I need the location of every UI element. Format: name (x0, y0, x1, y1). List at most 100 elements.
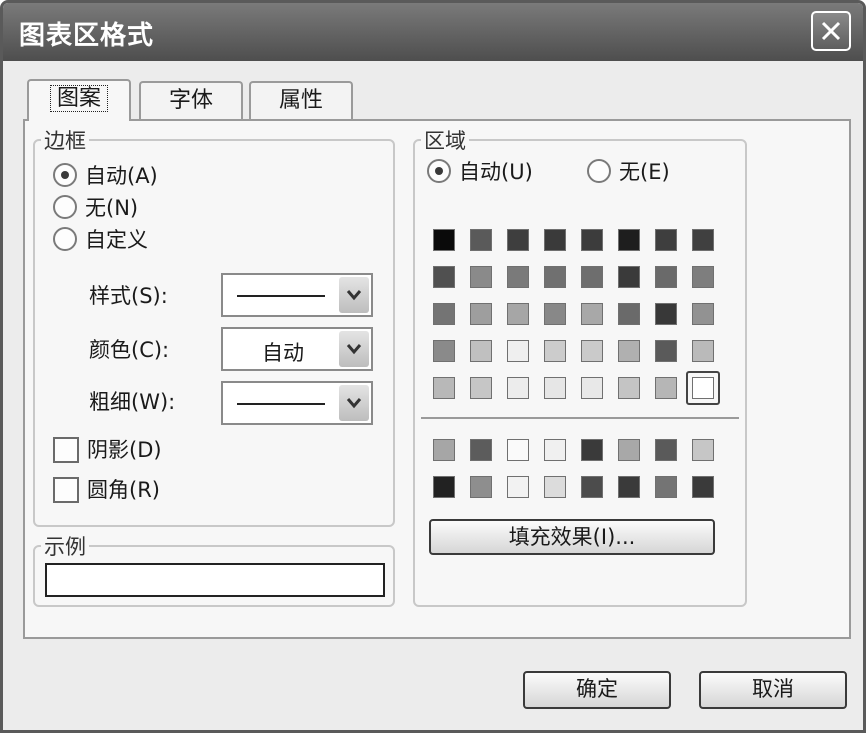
color-swatch[interactable] (692, 476, 714, 498)
color-swatch[interactable] (581, 476, 603, 498)
color-swatch[interactable] (433, 229, 455, 251)
color-swatch[interactable] (655, 340, 677, 362)
color-value: 自动 (262, 341, 304, 365)
color-swatch[interactable] (544, 439, 566, 461)
color-swatch[interactable] (433, 476, 455, 498)
dialog-title: 图表区格式 (19, 21, 155, 51)
color-swatch[interactable] (692, 303, 714, 325)
sample-group: 示例 (33, 531, 395, 607)
rounded-corners-checkbox[interactable] (53, 477, 79, 503)
close-button[interactable] (811, 11, 851, 51)
rounded-corners-label: 圆角(R) (87, 478, 160, 502)
color-swatch[interactable] (433, 439, 455, 461)
color-swatch[interactable] (507, 377, 529, 399)
tab-properties[interactable]: 属性 (249, 81, 353, 119)
radio-button[interactable] (587, 159, 611, 183)
radio-button[interactable] (53, 163, 77, 187)
area-group-label: 区域 (421, 125, 469, 155)
shadow-checkbox[interactable] (53, 437, 79, 463)
color-swatch[interactable] (507, 340, 529, 362)
border-auto-label: 自动(A) (85, 164, 158, 188)
radio-button[interactable] (53, 227, 77, 251)
color-swatch[interactable] (470, 340, 492, 362)
weight-dropdown[interactable] (221, 381, 373, 425)
color-swatch[interactable] (655, 377, 677, 399)
color-swatch[interactable] (655, 303, 677, 325)
color-swatch[interactable] (433, 340, 455, 362)
tab-font[interactable]: 字体 (139, 81, 243, 119)
border-group-label: 边框 (41, 125, 89, 155)
style-dropdown[interactable] (221, 273, 373, 317)
color-swatch[interactable] (618, 229, 640, 251)
color-swatch[interactable] (544, 303, 566, 325)
title-bar[interactable]: 图表区格式 (3, 3, 863, 61)
dropdown-arrow-button[interactable] (339, 277, 369, 313)
line-style-preview (237, 295, 325, 297)
color-swatch[interactable] (433, 377, 455, 399)
border-none-label: 无(N) (85, 196, 139, 220)
area-auto-label: 自动(U) (459, 160, 533, 184)
weight-label: 粗细(W): (89, 390, 176, 414)
color-swatch[interactable] (618, 476, 640, 498)
color-swatch[interactable] (618, 377, 640, 399)
style-label: 样式(S): (89, 284, 168, 308)
color-swatch[interactable] (581, 303, 603, 325)
color-swatch[interactable] (544, 340, 566, 362)
radio-button[interactable] (53, 195, 77, 219)
color-label: 颜色(C): (89, 338, 170, 362)
color-swatch[interactable] (544, 476, 566, 498)
color-swatch[interactable] (581, 340, 603, 362)
color-swatch[interactable] (618, 439, 640, 461)
color-swatch[interactable] (544, 229, 566, 251)
area-none-label: 无(E) (619, 160, 670, 184)
dropdown-arrow-button[interactable] (339, 331, 369, 367)
border-custom-label: 自定义 (85, 228, 148, 252)
tab-properties-label: 属性 (278, 88, 323, 113)
color-swatch[interactable] (470, 476, 492, 498)
color-swatch[interactable] (507, 266, 529, 288)
tab-pattern[interactable]: 图案 (27, 79, 131, 121)
color-swatch[interactable] (470, 266, 492, 288)
color-swatch[interactable] (581, 266, 603, 288)
color-swatch[interactable] (581, 229, 603, 251)
tab-panel: 边框 自动(A) 无(N) 自定义 样式(S): 颜色(C): 自动 粗细(W)… (23, 119, 851, 639)
color-swatch[interactable] (470, 229, 492, 251)
color-swatch[interactable] (618, 340, 640, 362)
color-swatch[interactable] (507, 229, 529, 251)
chevron-down-icon (346, 344, 362, 355)
color-swatch[interactable] (618, 303, 640, 325)
cancel-button[interactable]: 取消 (699, 671, 847, 709)
ok-button[interactable]: 确定 (523, 671, 671, 709)
fill-effects-button[interactable]: 填充效果(I)... (429, 519, 715, 555)
color-swatch[interactable] (581, 439, 603, 461)
tab-font-label: 字体 (168, 88, 213, 113)
color-swatch[interactable] (655, 266, 677, 288)
color-swatch[interactable] (655, 439, 677, 461)
color-swatch[interactable] (544, 266, 566, 288)
color-swatch[interactable] (507, 476, 529, 498)
sample-group-label: 示例 (41, 531, 89, 561)
color-swatch[interactable] (655, 229, 677, 251)
color-swatch[interactable] (692, 229, 714, 251)
color-swatch[interactable] (692, 377, 714, 399)
color-swatch[interactable] (655, 476, 677, 498)
color-swatch[interactable] (470, 303, 492, 325)
color-swatch[interactable] (433, 303, 455, 325)
color-swatch[interactable] (433, 266, 455, 288)
color-swatch[interactable] (470, 439, 492, 461)
color-swatch[interactable] (692, 439, 714, 461)
color-swatch[interactable] (507, 303, 529, 325)
color-swatch[interactable] (544, 377, 566, 399)
color-swatch[interactable] (581, 377, 603, 399)
dropdown-arrow-button[interactable] (339, 385, 369, 421)
color-swatch[interactable] (507, 439, 529, 461)
close-icon (821, 21, 841, 41)
color-swatch[interactable] (470, 377, 492, 399)
border-group: 边框 自动(A) 无(N) 自定义 样式(S): 颜色(C): 自动 粗细(W)… (33, 125, 395, 527)
color-dropdown[interactable]: 自动 (221, 327, 373, 371)
chart-area-format-dialog: 图表区格式 图案 字体 属性 边框 自动(A) 无(N) 自定义 样式(S): … (0, 0, 866, 733)
radio-button[interactable] (427, 159, 451, 183)
color-swatch[interactable] (692, 266, 714, 288)
color-swatch[interactable] (618, 266, 640, 288)
color-swatch[interactable] (692, 340, 714, 362)
